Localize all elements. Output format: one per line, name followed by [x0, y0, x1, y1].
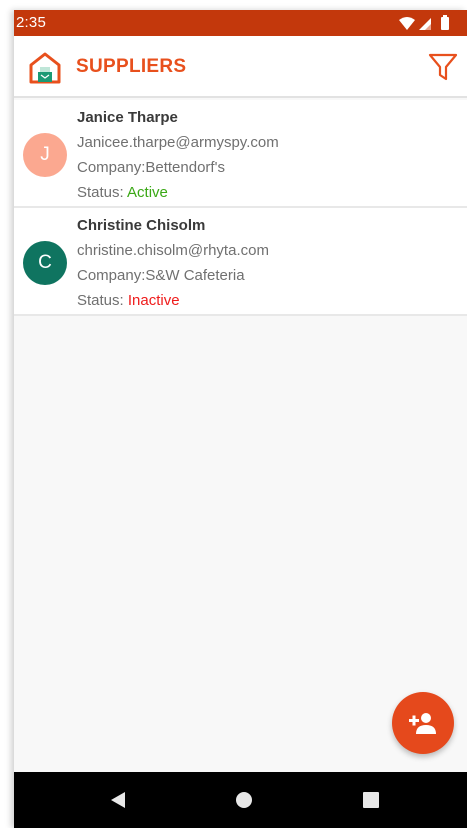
phone-screen: 2:35 SUPPLIERS J Janice Tharpe Janicee.t… — [14, 10, 467, 828]
status-badge: Inactive — [127, 292, 180, 309]
status-label: Status: — [77, 184, 128, 201]
add-supplier-button[interactable] — [392, 692, 454, 754]
wifi-icon — [399, 17, 415, 30]
status-icons — [399, 15, 449, 30]
supplier-email: Janicee.tharpe@armyspy.com — [77, 134, 279, 151]
supplier-status: Status: Active — [77, 183, 279, 203]
page-title: SUPPLIERS — [76, 56, 187, 77]
system-nav-bar — [14, 772, 467, 828]
company-name: S&W Cafeteria — [145, 267, 245, 284]
home-icon[interactable] — [234, 790, 254, 810]
supplier-list-item[interactable]: C Christine Chisolm christine.chisolm@rh… — [14, 208, 467, 316]
warehouse-logo-icon — [29, 52, 61, 84]
supplier-list-item[interactable]: J Janice Tharpe Janicee.tharpe@armyspy.c… — [14, 100, 467, 208]
supplier-list: J Janice Tharpe Janicee.tharpe@armyspy.c… — [14, 100, 467, 316]
signal-icon — [419, 18, 431, 30]
company-label: Company: — [77, 267, 146, 284]
avatar: C — [23, 241, 67, 285]
status-label: Status: — [77, 292, 128, 309]
back-icon[interactable] — [108, 790, 128, 810]
battery-icon — [441, 15, 449, 30]
supplier-info: Janice Tharpe Janicee.tharpe@armyspy.com… — [77, 108, 279, 203]
supplier-company: Company:Bettendorf's — [77, 158, 279, 178]
company-name: Bettendorf's — [145, 159, 225, 176]
recents-icon[interactable] — [361, 790, 381, 810]
add-person-icon — [409, 713, 436, 734]
supplier-info: Christine Chisolm christine.chisolm@rhyt… — [77, 216, 269, 311]
app-bar: SUPPLIERS — [14, 36, 467, 98]
supplier-company: Company:S&W Cafeteria — [77, 266, 269, 286]
device-screen: 2:35 SUPPLIERS J Janice Tharpe Janicee.t… — [0, 0, 467, 828]
supplier-name: Christine Chisolm — [77, 217, 206, 234]
supplier-status: Status: Inactive — [77, 291, 269, 311]
filter-icon[interactable] — [427, 51, 459, 83]
status-time: 2:35 — [16, 14, 46, 31]
supplier-name: Janice Tharpe — [77, 109, 178, 126]
company-label: Company: — [77, 159, 146, 176]
status-bar: 2:35 — [14, 10, 467, 36]
status-badge: Active — [127, 184, 168, 201]
supplier-email: christine.chisolm@rhyta.com — [77, 242, 269, 259]
avatar: J — [23, 133, 67, 177]
